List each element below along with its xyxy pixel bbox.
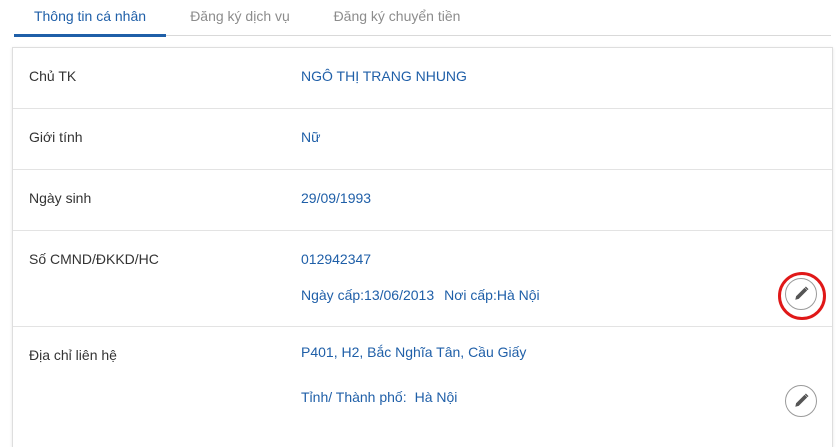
birth-date-value: 29/09/1993 bbox=[301, 190, 372, 206]
birth-date-label: Ngày sinh bbox=[29, 190, 92, 206]
edit-address-button[interactable] bbox=[785, 385, 817, 417]
account-holder-label: Chủ TK bbox=[29, 68, 77, 84]
province-label: Tỉnh/ Thành phố: bbox=[301, 389, 407, 405]
tab-transfer-registration[interactable]: Đăng ký chuyển tiền bbox=[322, 0, 472, 36]
issue-date-value: Ngày cấp:13/06/2013 bbox=[301, 287, 435, 303]
id-document-label: Số CMND/ĐKKD/HC bbox=[29, 251, 159, 267]
issue-place-value: Nơi cấp:Hà Nội bbox=[444, 287, 540, 303]
tab-service-registration[interactable]: Đăng ký dịch vụ bbox=[178, 0, 302, 36]
province-value: Hà Nội bbox=[414, 389, 458, 405]
address-province: Tỉnh/ Thành phố: Hà Nội bbox=[301, 389, 457, 405]
address-street-value: P401, H2, Bắc Nghĩa Tân, Cầu Giấy bbox=[301, 344, 527, 360]
pencil-icon bbox=[795, 393, 809, 407]
id-issue-info: Ngày cấp:13/06/2013 Nơi cấp:Hà Nội bbox=[301, 287, 540, 303]
gender-label: Giới tính bbox=[29, 129, 83, 145]
tab-personal-info[interactable]: Thông tin cá nhân bbox=[14, 0, 166, 37]
id-number-value: 012942347 bbox=[301, 251, 372, 267]
address-label: Địa chỉ liên hệ bbox=[29, 347, 117, 363]
info-row-id-document: Số CMND/ĐKKD/HC 012942347 Ngày cấp:13/06… bbox=[13, 231, 832, 327]
pencil-icon bbox=[795, 286, 809, 300]
edit-id-document-button[interactable] bbox=[785, 278, 817, 310]
info-row-birth-date: Ngày sinh 29/09/1993 bbox=[13, 170, 832, 231]
personal-info-panel: Chủ TK NGÔ THỊ TRANG NHUNG Giới tính Nữ … bbox=[12, 47, 833, 447]
info-row-account-holder: Chủ TK NGÔ THỊ TRANG NHUNG bbox=[13, 48, 832, 109]
gender-value: Nữ bbox=[301, 129, 321, 145]
tab-bar: Thông tin cá nhân Đăng ký dịch vụ Đăng k… bbox=[14, 0, 831, 37]
info-row-address: Địa chỉ liên hệ P401, H2, Bắc Nghĩa Tân,… bbox=[13, 327, 832, 447]
info-row-gender: Giới tính Nữ bbox=[13, 109, 832, 170]
account-holder-value: NGÔ THỊ TRANG NHUNG bbox=[301, 68, 467, 84]
